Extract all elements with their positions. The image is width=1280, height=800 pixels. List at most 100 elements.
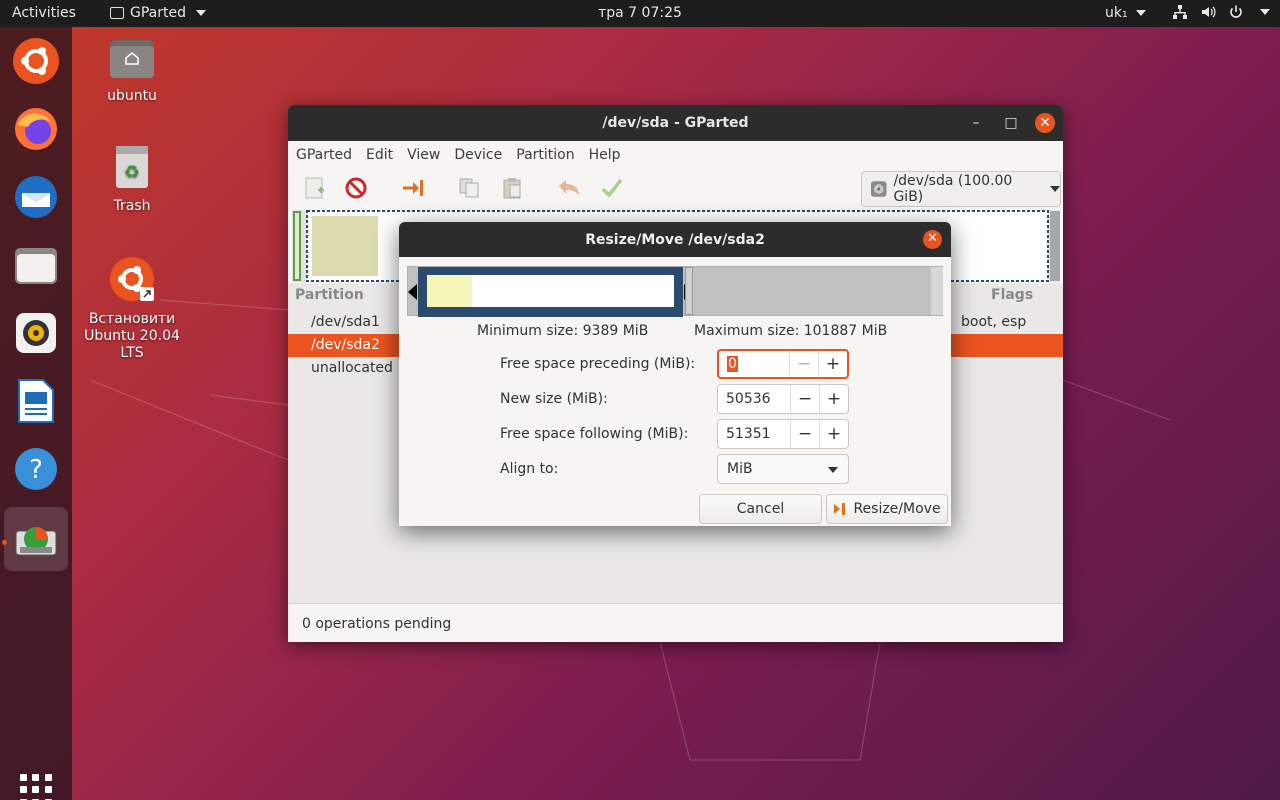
show-applications-button[interactable] (20, 774, 52, 800)
paste-button[interactable] (499, 175, 525, 201)
new-size-value: 50536 (726, 391, 771, 407)
dock-help[interactable]: ? (10, 443, 62, 495)
resize-move-label: Resize/Move (853, 501, 941, 517)
strip-end (931, 267, 943, 315)
dialog-close-button[interactable]: ✕ (923, 230, 942, 249)
free-space-following-spinbox[interactable]: 51351 − + (717, 419, 849, 449)
chevron-down-icon (1260, 9, 1270, 15)
partition-space (427, 275, 674, 307)
align-label: Align to: (500, 461, 559, 477)
partition-name: unallocated (311, 360, 393, 376)
column-flags[interactable]: Flags (991, 287, 1033, 303)
checkmark-icon (601, 178, 623, 198)
cancel-button[interactable]: Cancel (699, 494, 822, 524)
trash-icon: ♻ (116, 146, 148, 188)
new-partition-icon (305, 177, 324, 199)
new-partition-button[interactable] (302, 175, 328, 201)
menu-edit[interactable]: Edit (366, 141, 400, 169)
running-indicator (2, 540, 7, 545)
following-label: Free space following (MiB): (500, 426, 689, 442)
copy-button[interactable] (456, 175, 482, 201)
chevron-down-icon (828, 467, 838, 473)
volume-icon (1202, 6, 1216, 18)
app-menu[interactable]: GParted (110, 5, 206, 21)
toolbar: /dev/sda (100.00 GiB) (288, 169, 1063, 209)
resize-move-dialog: Resize/Move /dev/sda2 ✕ Minimum size: 93… (399, 222, 951, 526)
dock-thunderbird[interactable] (10, 171, 62, 223)
gparted-app-icon (110, 7, 124, 19)
menu-view[interactable]: View (407, 141, 447, 169)
copy-icon (459, 178, 479, 198)
close-button[interactable]: ✕ (1035, 113, 1055, 133)
maximum-size-text: Maximum size: 101887 MiB (694, 323, 888, 339)
decrement-button[interactable]: − (790, 420, 819, 448)
desktop-install-ubuntu[interactable]: Встановити Ubuntu 20.04 LTS (77, 255, 187, 362)
dock-ubuntu-installer[interactable] (10, 35, 62, 87)
undo-icon (559, 180, 579, 196)
undo-button[interactable] (556, 175, 582, 201)
apply-button[interactable] (599, 175, 625, 201)
clock[interactable]: тра 7 07:25 (598, 5, 682, 21)
increment-button[interactable]: + (818, 351, 847, 377)
gparted-titlebar[interactable]: /dev/sda - GParted – □ ✕ (288, 105, 1063, 141)
dialog-titlebar[interactable]: Resize/Move /dev/sda2 ✕ (399, 222, 951, 257)
partition-resize-box[interactable] (418, 267, 683, 317)
svg-text:♻: ♻ (124, 162, 140, 183)
preceding-label: Free space preceding (MiB): (500, 356, 696, 372)
install-ubuntu-icon (110, 257, 154, 301)
power-icon (1230, 5, 1242, 18)
trash-label: Trash (113, 198, 151, 214)
files-icon (15, 248, 57, 284)
resize-left-handle[interactable] (408, 284, 417, 300)
increment-button[interactable]: + (819, 420, 848, 448)
align-value: MiB (727, 461, 753, 477)
svg-text:?: ? (29, 455, 43, 485)
activities-button[interactable]: Activities (12, 5, 76, 21)
resize-move-button[interactable]: Resize/Move (826, 494, 948, 524)
install-label-line3: LTS (120, 345, 144, 361)
top-bar: Activities GParted тра 7 07:25 uk₁ (0, 0, 1280, 27)
desktop-home-folder[interactable]: ubuntu (77, 36, 187, 105)
minimize-button[interactable]: – (966, 113, 986, 133)
home-folder-label: ubuntu (107, 88, 157, 104)
align-to-select[interactable]: MiB (717, 454, 849, 484)
device-selector[interactable]: /dev/sda (100.00 GiB) (861, 171, 1061, 207)
device-selector-label: /dev/sda (100.00 GiB) (893, 173, 1013, 205)
chevron-down-icon (1136, 10, 1147, 16)
system-tray[interactable] (1172, 4, 1270, 20)
dock-firefox[interactable] (10, 103, 62, 155)
paste-icon (503, 178, 521, 199)
free-space-preceding-spinbox[interactable]: 0 − + (717, 349, 849, 379)
rhythmbox-icon (16, 313, 56, 353)
hard-disk-icon (870, 181, 887, 197)
menu-help[interactable]: Help (589, 141, 628, 169)
dock-libreoffice-writer[interactable] (10, 375, 62, 427)
delete-partition-button[interactable] (343, 175, 369, 201)
decrement-button[interactable]: − (790, 385, 819, 413)
gparted-icon (15, 527, 57, 556)
preceding-value: 0 (727, 356, 738, 372)
resize-move-icon (403, 180, 423, 196)
menu-device[interactable]: Device (454, 141, 509, 169)
dock-gparted[interactable] (4, 507, 68, 571)
resize-move-toolbar-button[interactable] (400, 175, 426, 201)
dock-rhythmbox[interactable] (10, 307, 62, 359)
status-bar: 0 operations pending (288, 603, 1063, 642)
desktop-trash[interactable]: ♻ Trash (77, 144, 187, 215)
decrement-button[interactable]: − (789, 351, 818, 377)
network-icon (1173, 5, 1187, 19)
minimum-size-text: Minimum size: 9389 MiB (477, 323, 649, 339)
new-size-spinbox[interactable]: 50536 − + (717, 384, 849, 414)
maximize-button[interactable]: □ (1001, 113, 1021, 133)
partition-flags: boot, esp (961, 314, 1027, 330)
install-label-line1: Встановити (88, 311, 176, 327)
column-partition[interactable]: Partition (295, 287, 364, 303)
keyboard-layout-indicator[interactable]: uk₁ (1105, 5, 1147, 21)
resize-graphic[interactable] (407, 266, 943, 317)
menu-gparted[interactable]: GParted (296, 141, 359, 169)
dock-files[interactable] (10, 239, 62, 291)
window-title: /dev/sda - GParted (602, 115, 749, 131)
increment-button[interactable]: + (819, 385, 848, 413)
menu-partition[interactable]: Partition (516, 141, 581, 169)
resize-move-icon (834, 503, 846, 515)
